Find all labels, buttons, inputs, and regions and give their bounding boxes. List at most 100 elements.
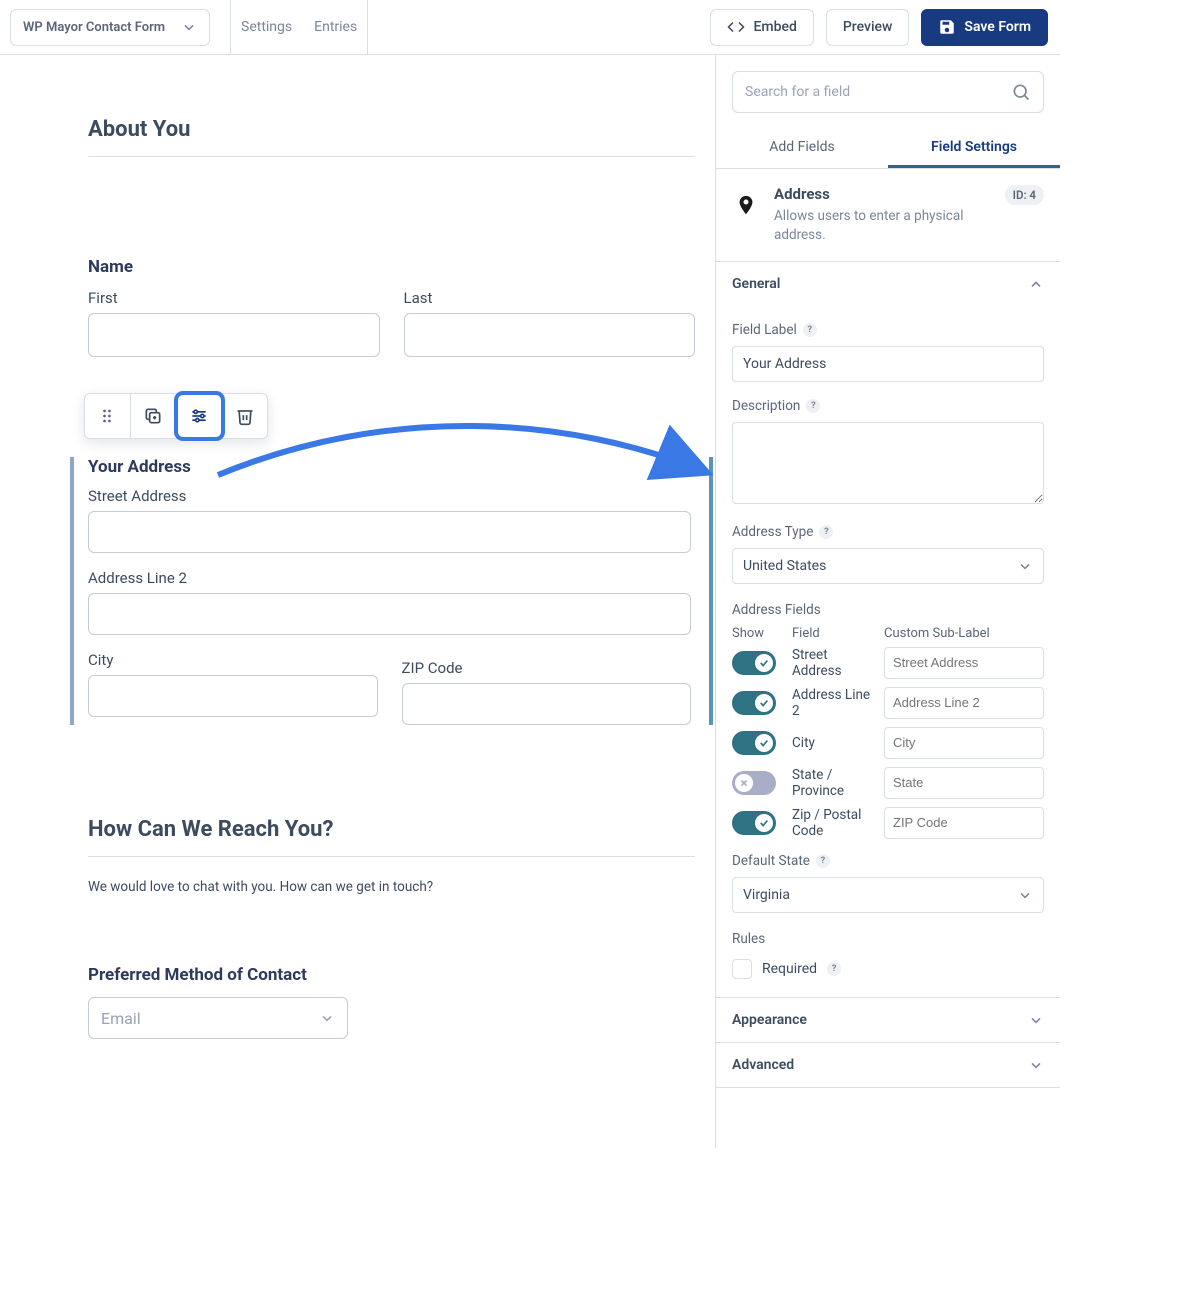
description-input[interactable]	[732, 422, 1044, 504]
sublabel-input[interactable]	[884, 687, 1044, 719]
chevron-down-icon	[1028, 1012, 1044, 1028]
address-fields-label: Address Fields	[732, 602, 821, 618]
nav-entries[interactable]: Entries	[314, 19, 357, 35]
sublabel-line2: Address Line 2	[88, 569, 691, 587]
sublabel-first: First	[88, 289, 380, 307]
panel-appearance-label: Appearance	[732, 1012, 807, 1028]
line2-input[interactable]	[88, 593, 691, 635]
sublabel-zip: ZIP Code	[402, 659, 692, 677]
chevron-up-icon	[1028, 276, 1044, 292]
zip-input[interactable]	[402, 683, 692, 725]
address-field-name: Address Line 2	[792, 687, 878, 719]
divider	[230, 0, 231, 55]
address-field-row: Street Address	[732, 647, 1044, 679]
field-id-chip: ID: 4	[1005, 185, 1044, 205]
top-bar: WP Mayor Contact Form Settings Entries E…	[0, 0, 1060, 55]
chevron-down-icon	[1028, 1057, 1044, 1073]
search-icon	[1011, 82, 1031, 102]
embed-button[interactable]: Embed	[710, 9, 813, 46]
panel-advanced-label: Advanced	[732, 1057, 794, 1073]
chevron-down-icon	[181, 19, 197, 35]
field-label-address: Your Address	[88, 457, 691, 477]
address-field-row: City	[732, 727, 1044, 759]
col-show: Show	[732, 626, 786, 641]
sublabel-last: Last	[404, 289, 696, 307]
field-label-input[interactable]	[732, 346, 1044, 382]
how-description: We would love to chat with you. How can …	[88, 879, 695, 895]
sublabel-city: City	[88, 651, 378, 669]
field-label-preferred: Preferred Method of Contact	[88, 965, 695, 985]
help-icon[interactable]: ?	[816, 854, 830, 868]
section-title-how: How Can We Reach You?	[88, 817, 695, 842]
preview-button-label: Preview	[843, 19, 893, 35]
selected-address-field[interactable]: Your Address Street Address Address Line…	[70, 457, 703, 725]
form-selector[interactable]: WP Mayor Contact Form	[10, 9, 210, 46]
right-sidebar: Search for a field Add Fields Field Sett…	[715, 55, 1060, 1148]
address-field-name: City	[792, 735, 878, 751]
show-toggle[interactable]	[732, 651, 776, 675]
col-sublabel: Custom Sub-Label	[884, 626, 1044, 641]
city-input[interactable]	[88, 675, 378, 717]
field-label-label: Field Label	[732, 322, 797, 338]
field-label-name: Name	[88, 257, 695, 277]
col-field: Field	[792, 626, 878, 641]
address-type-label: Address Type	[732, 524, 813, 540]
tab-field-settings[interactable]: Field Settings	[888, 129, 1060, 168]
show-toggle[interactable]	[732, 771, 776, 795]
sublabel-input[interactable]	[884, 807, 1044, 839]
preferred-contact-select[interactable]: Email	[88, 997, 348, 1039]
sublabel-input[interactable]	[884, 727, 1044, 759]
address-field-name: Zip / Postal Code	[792, 807, 878, 839]
location-pin-icon	[732, 191, 760, 219]
address-field-row: Address Line 2	[732, 687, 1044, 719]
address-field-row: State / Province	[732, 767, 1044, 799]
help-icon[interactable]: ?	[803, 323, 817, 337]
chevron-down-icon	[1017, 887, 1033, 903]
divider	[367, 0, 368, 55]
required-checkbox[interactable]	[732, 959, 752, 979]
save-form-button[interactable]: Save Form	[921, 9, 1048, 46]
panel-general-label: General	[732, 276, 780, 292]
field-search[interactable]: Search for a field	[732, 71, 1044, 113]
nav-settings[interactable]: Settings	[241, 19, 292, 35]
top-nav: Settings Entries	[241, 19, 357, 35]
field-settings-button[interactable]	[177, 394, 223, 438]
default-state-select[interactable]: Virginia	[732, 877, 1044, 913]
show-toggle[interactable]	[732, 731, 776, 755]
sublabel-street: Street Address	[88, 487, 691, 505]
help-icon[interactable]: ?	[806, 399, 820, 413]
rules-label: Rules	[732, 931, 765, 947]
street-input[interactable]	[88, 511, 691, 553]
embed-button-label: Embed	[753, 19, 796, 35]
address-type-select[interactable]: United States	[732, 548, 1044, 584]
address-type-value: United States	[743, 558, 826, 574]
help-icon[interactable]: ?	[819, 525, 833, 539]
sublabel-input[interactable]	[884, 767, 1044, 799]
first-name-input[interactable]	[88, 313, 380, 357]
default-state-label: Default State	[732, 853, 810, 869]
field-type-title: Address	[774, 185, 991, 203]
show-toggle[interactable]	[732, 811, 776, 835]
divider	[88, 156, 695, 157]
description-label: Description	[732, 398, 800, 414]
address-field-name: State / Province	[792, 767, 878, 799]
divider	[88, 856, 695, 857]
delete-field-button[interactable]	[222, 394, 267, 438]
chevron-down-icon	[1017, 558, 1033, 574]
duplicate-field-button[interactable]	[131, 394, 177, 438]
field-type-header: Address Allows users to enter a physical…	[716, 168, 1060, 262]
form-selector-label: WP Mayor Contact Form	[23, 20, 165, 35]
address-field-name: Street Address	[792, 647, 878, 679]
last-name-input[interactable]	[404, 313, 696, 357]
show-toggle[interactable]	[732, 691, 776, 715]
field-search-placeholder: Search for a field	[745, 84, 850, 100]
drag-handle-button[interactable]	[85, 394, 131, 438]
sidebar-tabs: Add Fields Field Settings	[716, 129, 1060, 168]
panel-advanced-header[interactable]: Advanced	[716, 1043, 1060, 1087]
panel-appearance-header[interactable]: Appearance	[716, 998, 1060, 1042]
tab-add-fields[interactable]: Add Fields	[716, 129, 888, 168]
preview-button[interactable]: Preview	[826, 9, 910, 46]
panel-general-header[interactable]: General	[716, 262, 1060, 306]
help-icon[interactable]: ?	[827, 962, 841, 976]
sublabel-input[interactable]	[884, 647, 1044, 679]
